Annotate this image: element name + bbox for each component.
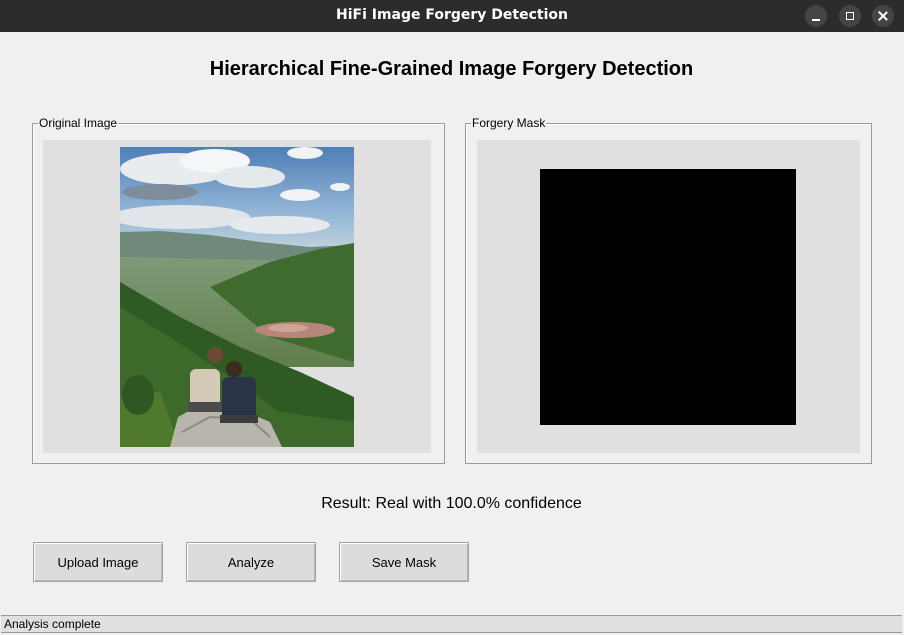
save-mask-button[interactable]: Save Mask — [339, 542, 469, 582]
title-bar: HiFi Image Forgery Detection — [0, 0, 904, 32]
forgery-mask-canvas — [477, 140, 860, 453]
maximize-icon — [846, 12, 854, 20]
close-button[interactable] — [872, 5, 894, 27]
result-text: Result: Real with 100.0% confidence — [321, 495, 582, 512]
original-image-canvas — [43, 140, 431, 453]
minimize-icon — [812, 19, 820, 21]
page-title: Hierarchical Fine-Grained Image Forgery … — [209, 58, 694, 80]
original-image — [120, 147, 354, 447]
original-image-frame: Original Image — [32, 117, 445, 464]
maximize-button[interactable] — [839, 5, 861, 27]
window-title: HiFi Image Forgery Detection — [335, 7, 568, 23]
original-image-label: Original Image — [39, 116, 118, 130]
forgery-mask-frame: Forgery Mask — [465, 117, 872, 464]
status-bar: Analysis complete — [1, 615, 902, 633]
forgery-mask-image — [540, 169, 796, 425]
analyze-button[interactable]: Analyze — [186, 542, 316, 582]
app-window: Hierarchical Fine-Grained Image Forgery … — [1, 34, 902, 634]
upload-image-button[interactable]: Upload Image — [33, 542, 163, 582]
forgery-mask-label: Forgery Mask — [472, 116, 546, 130]
minimize-button[interactable] — [805, 5, 827, 27]
